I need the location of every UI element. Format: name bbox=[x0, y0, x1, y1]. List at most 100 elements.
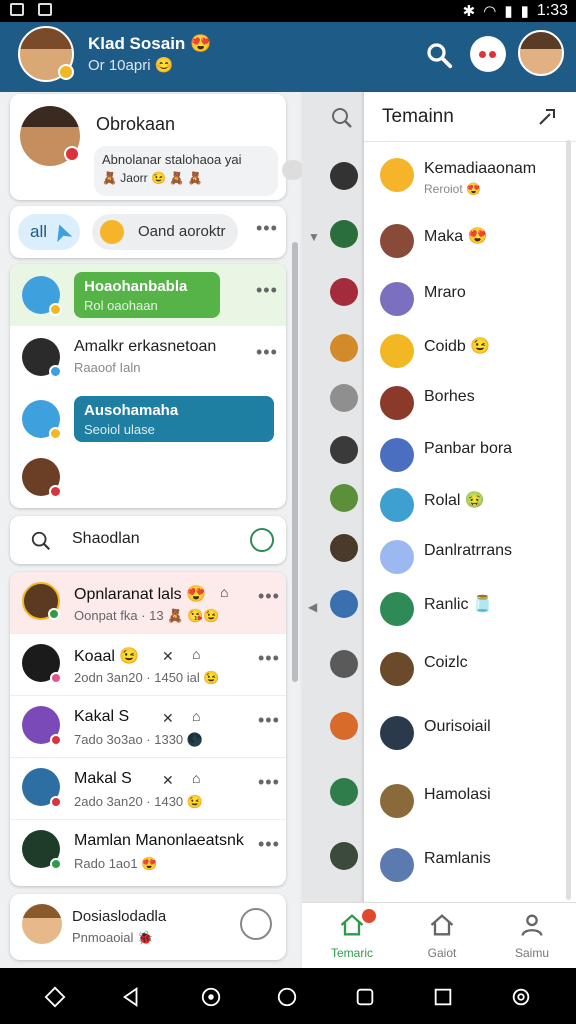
contact-row[interactable]: Borhes bbox=[364, 380, 576, 430]
row-more-icon[interactable]: ••• bbox=[258, 586, 280, 607]
scrollbar[interactable] bbox=[292, 242, 298, 682]
strip-avatar[interactable] bbox=[330, 220, 358, 248]
group-row[interactable]: Pmiukartlean satinbla Saoaamabahn bbox=[10, 446, 286, 508]
contact-card[interactable]: Dosiaslodadla Pnmoaoial 🐞 bbox=[10, 894, 286, 960]
group-avatar bbox=[22, 276, 62, 316]
contact-row[interactable]: Ramlanis bbox=[364, 842, 576, 892]
chat-row[interactable]: Koaal 😉 2odn 3an20 · 1450 ial 😉 ✕ ⌂ ••• bbox=[10, 634, 286, 696]
diamond-icon[interactable] bbox=[44, 986, 66, 1008]
row-more-icon[interactable]: ••• bbox=[256, 280, 278, 301]
filter-all-chip[interactable]: all bbox=[18, 214, 80, 250]
app-header: Klad Sosain 😍 Or 10apri 😊 bbox=[0, 22, 576, 92]
search-bar[interactable]: Shaodlan bbox=[10, 516, 286, 564]
screenshot-icon[interactable] bbox=[354, 986, 376, 1008]
nav-label: Gaiot bbox=[427, 946, 457, 960]
contact-name: Dosiaslodadla bbox=[72, 908, 167, 925]
strip-avatar[interactable] bbox=[330, 162, 358, 190]
group-avatar bbox=[22, 458, 62, 498]
mute-icon: ✕ bbox=[162, 772, 174, 788]
share-icon[interactable] bbox=[536, 104, 560, 128]
collapse-handle[interactable] bbox=[282, 160, 304, 180]
contact-row[interactable]: Ourisoiail bbox=[364, 710, 576, 760]
row-more-icon[interactable]: ••• bbox=[258, 648, 280, 669]
strip-avatar[interactable] bbox=[330, 534, 358, 562]
strip-avatar[interactable] bbox=[330, 334, 358, 362]
notification-icon bbox=[10, 3, 24, 16]
profile-card[interactable]: Obrokaan Abnolanar stalohaoa yai 🧸 Jaorr… bbox=[10, 94, 304, 200]
row-more-icon[interactable]: ••• bbox=[258, 834, 280, 855]
chat-row[interactable]: Opnlaranat lals 😍 Oonpat fka · 13 🧸 😘😉 ⌂… bbox=[10, 572, 286, 634]
contact-name: Maka 😍 bbox=[424, 228, 488, 245]
row-more-icon[interactable]: ••• bbox=[258, 710, 280, 731]
chat-list: Opnlaranat lals 😍 Oonpat fka · 13 🧸 😘😉 ⌂… bbox=[10, 572, 286, 886]
chevron-right-icon[interactable]: ◀ bbox=[308, 600, 317, 614]
contact-row[interactable]: Maka 😍 bbox=[364, 218, 576, 268]
search-icon[interactable] bbox=[424, 40, 454, 70]
back-icon[interactable] bbox=[120, 986, 142, 1008]
call-button[interactable] bbox=[240, 908, 272, 940]
contact-row[interactable]: Rolal 🤢 bbox=[364, 482, 576, 532]
profile-avatar-button[interactable] bbox=[518, 30, 564, 76]
conversations-panel: Obrokaan Abnolanar stalohaoa yai 🧸 Jaorr… bbox=[0, 92, 304, 968]
group-row[interactable]: Amalkr erkasnetoan Raaoof Ialn ••• bbox=[10, 326, 286, 388]
strip-avatar[interactable] bbox=[330, 712, 358, 740]
status-bubble[interactable]: Abnolanar stalohaoa yai 🧸 Jaorr 😉 🧸 🧸 bbox=[94, 146, 278, 196]
chat-meta: 2ado 3an20 · 1430 😉 bbox=[74, 794, 203, 809]
strip-avatar[interactable] bbox=[330, 436, 358, 464]
chat-row[interactable]: Mamlan Manonlaeatsnk Rado 1ao1 😍 ••• bbox=[10, 820, 286, 882]
chevron-down-icon[interactable]: ▼ bbox=[308, 230, 320, 244]
strip-avatar[interactable] bbox=[330, 278, 358, 306]
contact-name: Coidb 😉 bbox=[424, 338, 491, 355]
nav-item-groups[interactable]: Gaiot bbox=[402, 911, 482, 960]
contact-row[interactable]: Coidb 😉 bbox=[364, 328, 576, 378]
status-badge bbox=[58, 64, 74, 80]
group-pill: Ausohamaha Seoiol ulase bbox=[74, 396, 274, 442]
contact-row[interactable]: Coizlc bbox=[364, 646, 576, 696]
chat-row[interactable]: Kakal S 7ado 3o3ao · 1330 🌑 ✕ ⌂ ••• bbox=[10, 696, 286, 758]
search-icon[interactable] bbox=[330, 106, 354, 130]
settings-icon[interactable] bbox=[510, 986, 532, 1008]
chat-meta: Oonpat fka · 13 🧸 😘😉 bbox=[74, 608, 220, 623]
strip-avatar[interactable] bbox=[330, 384, 358, 412]
strip-avatar[interactable] bbox=[330, 650, 358, 678]
row-more-icon[interactable]: ••• bbox=[258, 772, 280, 793]
pinned-groups-card: Hoaohanbabla Rol oaohaan ••• Amalkr erkas… bbox=[10, 264, 286, 508]
chat-row[interactable]: Makal S 2ado 3an20 · 1430 😉 ✕ ⌂ ••• bbox=[10, 758, 286, 820]
row-more-icon[interactable]: ••• bbox=[256, 342, 278, 363]
notification-dot bbox=[362, 909, 376, 923]
contact-name: Ramlanis bbox=[424, 850, 491, 867]
contact-row[interactable]: Kemadiaaonam Reroiot 😍 bbox=[364, 152, 576, 202]
strip-avatar[interactable] bbox=[330, 842, 358, 870]
strip-avatar[interactable] bbox=[330, 484, 358, 512]
contact-name: Panbar bora bbox=[424, 440, 513, 457]
contact-row[interactable]: Mraro bbox=[364, 276, 576, 326]
group-row[interactable]: Hoaohanbabla Rol oaohaan ••• bbox=[10, 264, 286, 326]
filter-chip[interactable]: Oand aoroktr bbox=[92, 214, 238, 250]
nav-item-profile[interactable]: Saimu bbox=[492, 911, 572, 960]
assistant-icon[interactable] bbox=[200, 986, 222, 1008]
nav-item-home[interactable]: Temaric bbox=[312, 909, 392, 960]
chat-avatar bbox=[22, 768, 62, 808]
home-circle-icon[interactable] bbox=[276, 986, 298, 1008]
strip-avatar[interactable] bbox=[330, 590, 358, 618]
filter-more-icon[interactable]: ••• bbox=[256, 218, 278, 239]
contact-row[interactable]: Hamolasi bbox=[364, 778, 576, 828]
avatar-strip: ▼ ◀ bbox=[302, 92, 364, 968]
contact-row[interactable]: Panbar bora bbox=[364, 432, 576, 482]
nav-label: Saimu bbox=[514, 946, 549, 960]
more-options-button[interactable] bbox=[470, 36, 506, 72]
contact-row[interactable]: Ranlic 🫙 bbox=[364, 586, 576, 636]
contact-name: Coizlc bbox=[424, 654, 468, 671]
compass-icon[interactable] bbox=[250, 528, 274, 552]
scrollbar[interactable] bbox=[566, 140, 571, 900]
recents-icon[interactable] bbox=[432, 986, 454, 1008]
chat-meta: 7ado 3o3ao · 1330 🌑 bbox=[74, 732, 203, 747]
chat-name: Mamlan Manonlaeatsnk bbox=[74, 832, 244, 849]
contact-avatar bbox=[380, 386, 414, 420]
filter-bar: all Oand aoroktr ••• bbox=[10, 206, 286, 258]
contact-row[interactable]: Danlratrrans bbox=[364, 534, 576, 584]
group-row[interactable]: Ausohamaha Seoiol ulase bbox=[10, 388, 286, 450]
lock-icon: ⌂ bbox=[192, 770, 201, 786]
strip-avatar[interactable] bbox=[330, 778, 358, 806]
user-avatar[interactable] bbox=[18, 26, 74, 82]
